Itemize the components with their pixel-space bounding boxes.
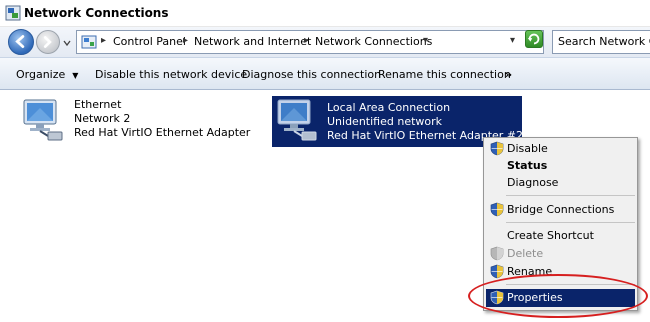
chevron-right-icon[interactable]: ▸ (304, 35, 309, 46)
shield-icon (490, 202, 504, 217)
menu-item-label: Status (507, 159, 548, 172)
breadcrumb-network-connections[interactable]: Network Connections (315, 35, 432, 48)
address-bar: ▸ Control Panel ▸ Network and Internet ▸… (0, 27, 650, 57)
chevron-down-icon[interactable]: ▾ (423, 35, 428, 46)
chevron-right-icon[interactable]: ▸ (101, 35, 106, 46)
control-panel-icon (81, 35, 97, 49)
forward-button[interactable] (36, 30, 60, 54)
menu-item-diagnose[interactable]: Diagnose (486, 174, 635, 192)
network-adapter-icon (23, 99, 63, 141)
address-box[interactable]: ▸ Control Panel ▸ Network and Internet ▸… (76, 30, 544, 54)
menu-separator (506, 284, 635, 285)
menu-item-label: Bridge Connections (507, 203, 615, 216)
diagnose-connection-button[interactable]: Diagnose this connection (242, 68, 381, 81)
disable-device-button[interactable]: Disable this network device (95, 68, 247, 81)
command-bar: Organize ▼ Disable this network device Di… (0, 57, 650, 90)
window-title: Network Connections (24, 6, 169, 20)
arrow-left-icon (15, 35, 25, 48)
search-input[interactable]: Search Network Co (552, 30, 650, 54)
shield-icon (490, 141, 504, 156)
menu-item-rename[interactable]: Rename (486, 263, 635, 281)
recent-pages-dropdown[interactable] (62, 38, 72, 48)
title-bar: Network Connections (0, 0, 650, 27)
refresh-button[interactable] (525, 30, 543, 48)
refresh-icon (527, 33, 540, 45)
rename-connection-button[interactable]: Rename this connection (378, 68, 511, 81)
menu-item-delete[interactable]: Delete (486, 245, 635, 263)
connection-network: Unidentified network (327, 115, 443, 128)
address-history-dropdown[interactable]: ▾ (510, 35, 515, 46)
menu-item-label: Diagnose (507, 176, 559, 189)
organize-button[interactable]: Organize ▼ (16, 68, 78, 81)
connection-network: Network 2 (74, 112, 131, 125)
network-connections-icon (5, 5, 21, 21)
shield-icon (490, 246, 504, 261)
menu-item-status[interactable]: Status (486, 157, 635, 175)
menu-item-label: Rename (507, 265, 553, 278)
more-commands-button[interactable]: » (505, 68, 512, 81)
menu-item-label: Properties (507, 291, 563, 304)
organize-label: Organize (16, 68, 66, 81)
connection-name: Ethernet (74, 98, 122, 111)
menu-item-disable[interactable]: Disable (486, 140, 635, 158)
shield-icon (490, 290, 504, 305)
menu-separator (506, 195, 635, 196)
menu-item-properties[interactable]: Properties (486, 289, 635, 307)
back-button[interactable] (8, 29, 34, 55)
breadcrumb-control-panel[interactable]: Control Panel (113, 35, 186, 48)
menu-item-bridge-connections[interactable]: Bridge Connections (486, 201, 635, 219)
network-adapter-icon (277, 99, 317, 141)
connection-adapter: Red Hat VirtIO Ethernet Adapter (74, 126, 251, 139)
chevron-down-icon: ▼ (72, 71, 79, 80)
search-placeholder: Search Network Co (558, 35, 650, 48)
menu-separator (506, 222, 635, 223)
menu-item-label: Delete (507, 247, 544, 260)
context-menu: Disable Status Diagnose Bridge Connectio… (483, 137, 638, 311)
menu-item-create-shortcut[interactable]: Create Shortcut (486, 227, 635, 245)
menu-item-label: Disable (507, 142, 548, 155)
breadcrumb-network-and-internet[interactable]: Network and Internet (194, 35, 311, 48)
chevron-right-icon[interactable]: ▸ (183, 35, 188, 46)
connection-name: Local Area Connection (327, 101, 451, 114)
menu-item-label: Create Shortcut (507, 229, 594, 242)
shield-icon (490, 264, 504, 279)
arrow-right-icon (43, 36, 52, 48)
connection-item-ethernet[interactable]: Ethernet Network 2 Red Hat VirtIO Ethern… (20, 98, 260, 146)
